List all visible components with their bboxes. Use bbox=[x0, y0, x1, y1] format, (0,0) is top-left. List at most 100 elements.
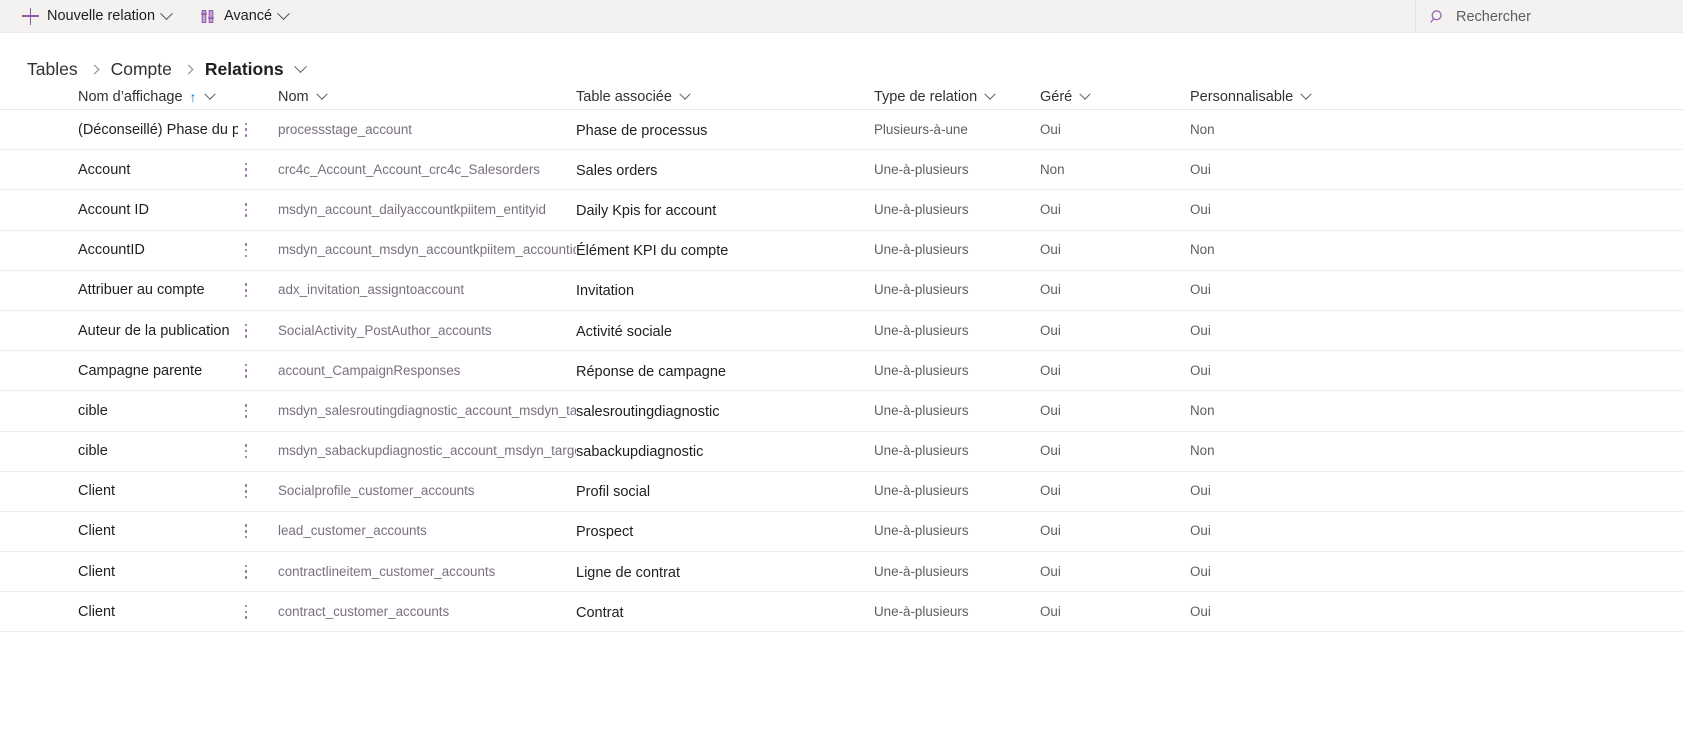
table-row[interactable]: AccountID msdyn_account_msdyn_accountkpi… bbox=[0, 231, 1683, 271]
cell-display-name[interactable]: AccountID bbox=[0, 241, 238, 259]
more-vertical-icon[interactable] bbox=[238, 403, 254, 419]
related-table-text: Invitation bbox=[576, 283, 635, 300]
more-vertical-icon[interactable] bbox=[238, 363, 254, 379]
cell-row-menu[interactable] bbox=[238, 162, 278, 178]
search-box[interactable]: Rechercher bbox=[1415, 0, 1683, 33]
cell-display-name[interactable]: Client bbox=[0, 482, 238, 500]
table-row[interactable]: Account ID msdyn_account_dailyaccountkpi… bbox=[0, 190, 1683, 231]
cell-row-menu[interactable] bbox=[238, 604, 278, 620]
relation-type-text: Une-à-plusieurs bbox=[874, 242, 969, 258]
cell-relation-type: Une-à-plusieurs bbox=[874, 161, 1040, 179]
table-row[interactable]: (Déconseillé) Phase du processus process… bbox=[0, 110, 1683, 151]
table-row[interactable]: cible msdyn_sabackupdiagnostic_account_m… bbox=[0, 432, 1683, 472]
column-header-customizable[interactable]: Personnalisable bbox=[1190, 89, 1390, 105]
breadcrumb-item-tables[interactable]: Tables bbox=[27, 59, 78, 80]
column-header-related-table[interactable]: Table associée bbox=[576, 89, 874, 105]
cell-name: SocialActivity_PostAuthor_accounts bbox=[278, 322, 576, 340]
cell-related-table: Réponse de campagne bbox=[576, 362, 874, 380]
more-vertical-icon[interactable] bbox=[238, 202, 254, 218]
cell-row-menu[interactable] bbox=[238, 443, 278, 459]
table-row[interactable]: Attribuer au compte adx_invitation_assig… bbox=[0, 271, 1683, 311]
cell-row-menu[interactable] bbox=[238, 523, 278, 539]
cell-display-name[interactable]: Account bbox=[0, 161, 238, 179]
table-row[interactable]: Client Socialprofile_customer_accounts P… bbox=[0, 472, 1683, 512]
name-text: processstage_account bbox=[278, 121, 412, 137]
cell-display-name[interactable]: Auteur de la publication bbox=[0, 322, 238, 340]
more-vertical-icon[interactable] bbox=[238, 323, 254, 339]
chevron-down-icon[interactable] bbox=[984, 89, 996, 100]
cell-row-menu[interactable] bbox=[238, 363, 278, 379]
name-text: msdyn_account_dailyaccountkpiitem_entity… bbox=[278, 201, 546, 217]
cell-customizable: Non bbox=[1190, 442, 1390, 460]
column-header-name[interactable]: Nom bbox=[278, 89, 576, 105]
name-text: msdyn_salesroutingdiagnostic_account_msd… bbox=[278, 402, 576, 418]
cell-row-menu[interactable] bbox=[238, 202, 278, 218]
cell-display-name[interactable]: Attribuer au compte bbox=[0, 281, 238, 299]
cell-display-name[interactable]: Campagne parente bbox=[0, 362, 238, 380]
cell-display-name[interactable]: Client bbox=[0, 522, 238, 540]
more-vertical-icon[interactable] bbox=[238, 122, 254, 138]
sort-ascending-icon[interactable]: ↑ bbox=[190, 90, 197, 104]
cell-row-menu[interactable] bbox=[238, 323, 278, 339]
cell-display-name[interactable]: cible bbox=[0, 442, 238, 460]
more-vertical-icon[interactable] bbox=[238, 443, 254, 459]
cell-customizable: Oui bbox=[1190, 563, 1390, 581]
more-vertical-icon[interactable] bbox=[238, 523, 254, 539]
related-table-text: Profil social bbox=[576, 484, 651, 501]
cell-managed: Oui bbox=[1040, 563, 1190, 581]
chevron-down-icon bbox=[277, 6, 290, 20]
table-row[interactable]: Account crc4c_Account_Account_crc4c_Sale… bbox=[0, 150, 1683, 191]
cell-display-name[interactable]: Client bbox=[0, 603, 238, 621]
cell-managed: Oui bbox=[1040, 281, 1190, 299]
cell-display-name[interactable]: Client bbox=[0, 563, 238, 581]
cell-managed: Oui bbox=[1040, 241, 1190, 259]
more-vertical-icon[interactable] bbox=[238, 483, 254, 499]
cell-display-name[interactable]: (Déconseillé) Phase du processus bbox=[0, 121, 238, 139]
chevron-down-icon[interactable] bbox=[1079, 89, 1091, 100]
cell-name: Socialprofile_customer_accounts bbox=[278, 482, 576, 500]
cell-relation-type: Une-à-plusieurs bbox=[874, 362, 1040, 380]
advanced-button[interactable]: Avancé bbox=[195, 0, 298, 33]
cell-row-menu[interactable] bbox=[238, 403, 278, 419]
column-header-managed[interactable]: Géré bbox=[1040, 89, 1190, 105]
cell-relation-type: Une-à-plusieurs bbox=[874, 522, 1040, 540]
cell-row-menu[interactable] bbox=[238, 483, 278, 499]
cell-customizable: Oui bbox=[1190, 522, 1390, 540]
cell-name: msdyn_account_dailyaccountkpiitem_entity… bbox=[278, 201, 576, 219]
cell-row-menu[interactable] bbox=[238, 282, 278, 298]
customizable-text: Oui bbox=[1190, 161, 1211, 177]
cell-display-name[interactable]: cible bbox=[0, 402, 238, 420]
table-row[interactable]: Client lead_customer_accounts Prospect U… bbox=[0, 512, 1683, 553]
table-row[interactable]: Client contract_customer_accounts Contra… bbox=[0, 592, 1683, 633]
chevron-down-icon[interactable] bbox=[679, 89, 691, 100]
chevron-down-icon[interactable] bbox=[1300, 89, 1312, 100]
relation-type-text: Une-à-plusieurs bbox=[874, 603, 969, 619]
cell-row-menu[interactable] bbox=[238, 242, 278, 258]
related-table-text: Contrat bbox=[576, 604, 624, 621]
breadcrumb-chevron-down-icon[interactable] bbox=[293, 59, 307, 73]
new-relation-button[interactable]: Nouvelle relation bbox=[18, 0, 181, 33]
chevron-down-icon[interactable] bbox=[203, 89, 216, 100]
table-row[interactable]: Campagne parente account_CampaignRespons… bbox=[0, 351, 1683, 392]
table-row[interactable]: Client contractlineitem_customer_account… bbox=[0, 552, 1683, 593]
chevron-down-icon[interactable] bbox=[315, 89, 328, 100]
cell-row-menu[interactable] bbox=[238, 122, 278, 138]
managed-text: Oui bbox=[1040, 402, 1061, 418]
table-row[interactable]: cible msdyn_salesroutingdiagnostic_accou… bbox=[0, 391, 1683, 432]
cell-relation-type: Une-à-plusieurs bbox=[874, 563, 1040, 581]
more-vertical-icon[interactable] bbox=[238, 242, 254, 258]
cell-row-menu[interactable] bbox=[238, 564, 278, 580]
more-vertical-icon[interactable] bbox=[238, 604, 254, 620]
more-vertical-icon[interactable] bbox=[238, 282, 254, 298]
customizable-text: Oui bbox=[1190, 483, 1211, 499]
display-name-text: Client bbox=[78, 523, 116, 540]
cell-display-name[interactable]: Account ID bbox=[0, 201, 238, 219]
cell-customizable: Oui bbox=[1190, 201, 1390, 219]
grid-body: (Déconseillé) Phase du processus process… bbox=[0, 110, 1683, 633]
column-header-relation-type[interactable]: Type de relation bbox=[874, 89, 1040, 105]
breadcrumb-item-compte[interactable]: Compte bbox=[111, 59, 172, 80]
table-row[interactable]: Auteur de la publication SocialActivity_… bbox=[0, 311, 1683, 352]
more-vertical-icon[interactable] bbox=[238, 564, 254, 580]
more-vertical-icon[interactable] bbox=[238, 162, 254, 178]
column-header-display-name[interactable]: Nom d’affichage ↑ bbox=[0, 89, 238, 105]
